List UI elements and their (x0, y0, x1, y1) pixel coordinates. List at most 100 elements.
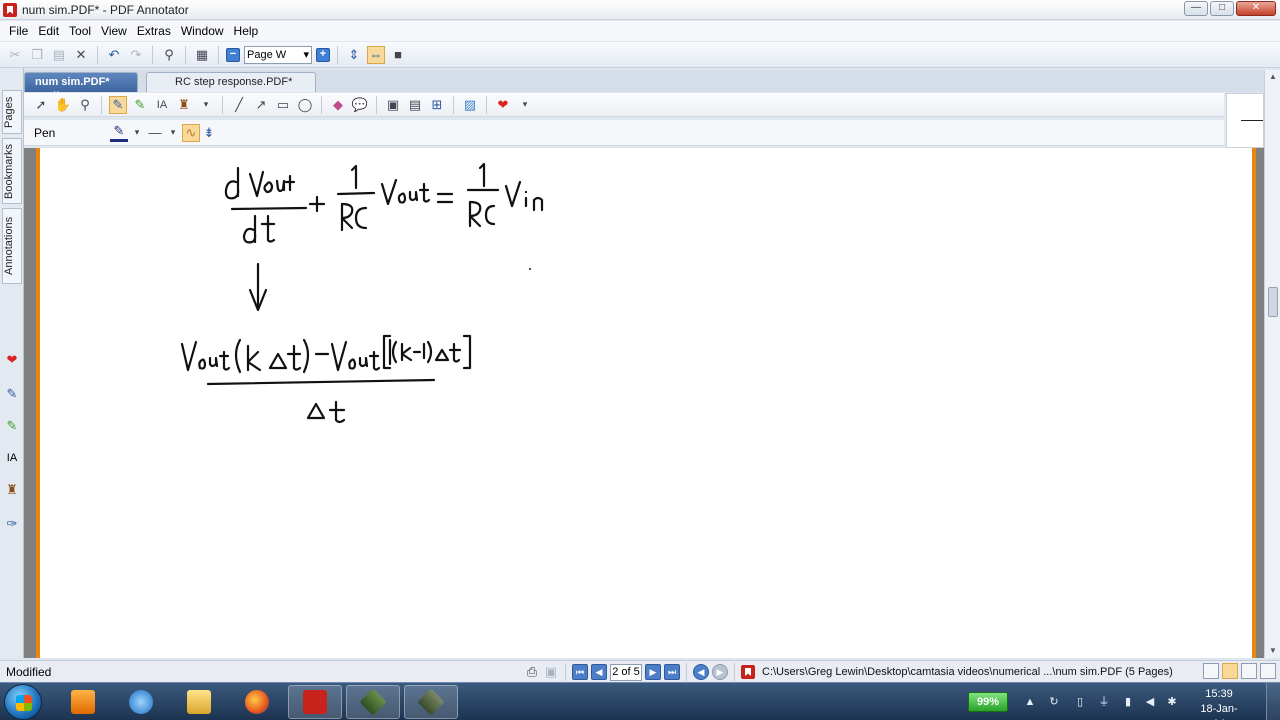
taskbar-explorer[interactable] (172, 685, 226, 719)
magnifier-icon[interactable]: ⚲ (76, 96, 94, 114)
previous-page-icon[interactable]: ◀ (591, 664, 607, 680)
eraser-icon[interactable]: ◆ (329, 96, 347, 114)
bluetooth-icon[interactable]: ✱ (1166, 696, 1178, 708)
menu-tool[interactable]: Tool (64, 21, 96, 41)
vertical-scrollbar[interactable]: ▲ ▼ (1264, 70, 1280, 658)
favorites-heart-icon[interactable]: ❤ (494, 96, 512, 114)
forward-icon[interactable]: ▶ (712, 664, 728, 680)
single-page-view-icon[interactable] (1203, 663, 1219, 679)
print-icon[interactable]: ▦ (193, 46, 211, 64)
taskbar-media-player[interactable] (56, 685, 110, 719)
menu-file[interactable]: File (4, 21, 33, 41)
full-screen-icon[interactable]: ■ (389, 46, 407, 64)
insert-text-box-icon[interactable]: ▤ (406, 96, 424, 114)
thumbnail-view-icon[interactable] (1260, 663, 1276, 679)
copy-icon[interactable]: ❐ (28, 46, 46, 64)
continuous-view-icon[interactable] (1222, 663, 1238, 679)
chevron-down-icon[interactable]: ▾ (516, 96, 534, 114)
arrow-line-icon[interactable]: ↗ (252, 96, 270, 114)
chevron-down-icon[interactable]: ▾ (164, 124, 182, 142)
zoom-in-icon[interactable]: + (316, 47, 330, 62)
back-icon[interactable]: ◀ (693, 664, 709, 680)
text-tool-icon[interactable]: IA (4, 450, 20, 466)
tab-num-sim[interactable]: num sim.PDF* × (24, 72, 138, 100)
network-icon[interactable]: ▮ (1122, 696, 1134, 708)
taskbar-camtasia[interactable] (346, 685, 400, 719)
menu-window[interactable]: Window (176, 21, 229, 41)
select-arrow-icon[interactable]: ➚ (32, 96, 50, 114)
pen-tool-icon[interactable]: ✎ (4, 386, 20, 402)
find-icon[interactable]: ⚲ (160, 46, 178, 64)
scroll-down-icon[interactable]: ▼ (1268, 646, 1278, 656)
stamp-icon[interactable]: ♜ (175, 96, 193, 114)
document-area[interactable] (24, 148, 1264, 658)
maximize-button[interactable]: □ (1210, 1, 1234, 16)
smooth-stroke-icon[interactable]: ∿ (182, 123, 200, 142)
chevron-down-icon[interactable]: ▾ (128, 124, 146, 142)
sync-icon[interactable]: ↻ (1048, 696, 1060, 708)
last-page-icon[interactable]: ⏭ (664, 664, 680, 680)
tab-pages[interactable]: Pages (2, 90, 22, 134)
print-icon[interactable]: ⎙ (524, 664, 540, 680)
taskbar-camtasia-recorder[interactable] (404, 685, 458, 719)
text-icon[interactable]: IA (153, 96, 171, 114)
start-button[interactable] (4, 684, 42, 720)
scroll-up-icon[interactable]: ▲ (1268, 72, 1278, 82)
pdf-page[interactable] (36, 148, 1256, 658)
usb-icon[interactable]: ⏚ (1098, 696, 1110, 708)
chevron-down-icon[interactable]: ▾ (197, 96, 215, 114)
taskbar-firefox[interactable] (230, 685, 284, 719)
show-desktop-button[interactable] (1266, 683, 1280, 720)
next-page-icon[interactable]: ▶ (645, 664, 661, 680)
line-icon[interactable]: ╱ (230, 96, 248, 114)
line-width-icon[interactable]: — (146, 124, 164, 142)
favorites-heart-icon[interactable]: ❤ (4, 352, 20, 368)
device-icon[interactable]: ▯ (1074, 696, 1086, 708)
image-icon[interactable]: ▨ (461, 96, 479, 114)
system-clock[interactable]: 15:39 18-Jan-14 (1196, 687, 1242, 720)
insert-image-icon[interactable]: ▣ (384, 96, 402, 114)
delete-icon[interactable]: ✕ (72, 46, 90, 64)
pen-icon[interactable]: ✎ (109, 95, 127, 114)
volume-icon[interactable]: ◀ (1144, 696, 1156, 708)
menu-view[interactable]: View (96, 21, 132, 41)
zoom-select[interactable]: Page W ▾ (244, 45, 312, 64)
taskbar-pdf-annotator[interactable] (288, 685, 342, 719)
menu-extras[interactable]: Extras (132, 21, 176, 41)
show-hidden-icons-icon[interactable]: ▲ (1024, 696, 1036, 708)
paste-icon[interactable]: ▤ (50, 46, 68, 64)
cut-icon[interactable]: ✂ (6, 46, 24, 64)
tab-annotations[interactable]: Annotations (2, 208, 22, 284)
zoom-out-icon[interactable]: − (226, 47, 240, 62)
first-page-icon[interactable]: ⏮ (572, 664, 588, 680)
toolbar-divider (486, 95, 487, 114)
rectangle-icon[interactable]: ▭ (274, 96, 292, 114)
highlighter-icon[interactable]: ✎ (131, 96, 149, 114)
battery-indicator[interactable]: 99% (968, 692, 1008, 712)
pressure-icon[interactable]: ⇟ (200, 124, 218, 142)
hand-icon[interactable]: ✋ (54, 96, 72, 114)
scroll-thumb[interactable] (1268, 287, 1278, 317)
crop-icon[interactable]: ⊞ (428, 96, 446, 114)
page-number-field[interactable]: 2 of 5 (610, 663, 642, 681)
redo-icon[interactable]: ↷ (127, 46, 145, 64)
menu-edit[interactable]: Edit (33, 21, 64, 41)
tab-bookmarks[interactable]: Bookmarks (2, 138, 22, 204)
minimize-button[interactable]: — (1184, 1, 1208, 16)
fit-height-icon[interactable]: ⇕ (345, 46, 363, 64)
pin-tool-icon[interactable]: ✑ (4, 516, 20, 532)
two-page-view-icon[interactable] (1241, 663, 1257, 679)
comment-icon[interactable]: 💬 (351, 96, 369, 114)
menu-help[interactable]: Help (229, 21, 264, 41)
pen-color-icon[interactable]: ✎ (110, 123, 128, 142)
close-button[interactable]: ✕ (1236, 1, 1276, 16)
taskbar-internet-explorer[interactable] (114, 685, 168, 719)
fit-width-icon[interactable]: ⇔ (367, 45, 385, 64)
stamp-tool-icon[interactable]: ♜ (4, 482, 20, 498)
ellipse-icon[interactable]: ◯ (296, 96, 314, 114)
save-icon[interactable]: ▣ (543, 664, 559, 680)
tab-rc-step-response[interactable]: RC step response.PDF* (146, 72, 316, 92)
pdf-annotator-app-icon[interactable] (3, 3, 17, 17)
undo-icon[interactable]: ↶ (105, 46, 123, 64)
highlighter-tool-icon[interactable]: ✎ (4, 418, 20, 434)
